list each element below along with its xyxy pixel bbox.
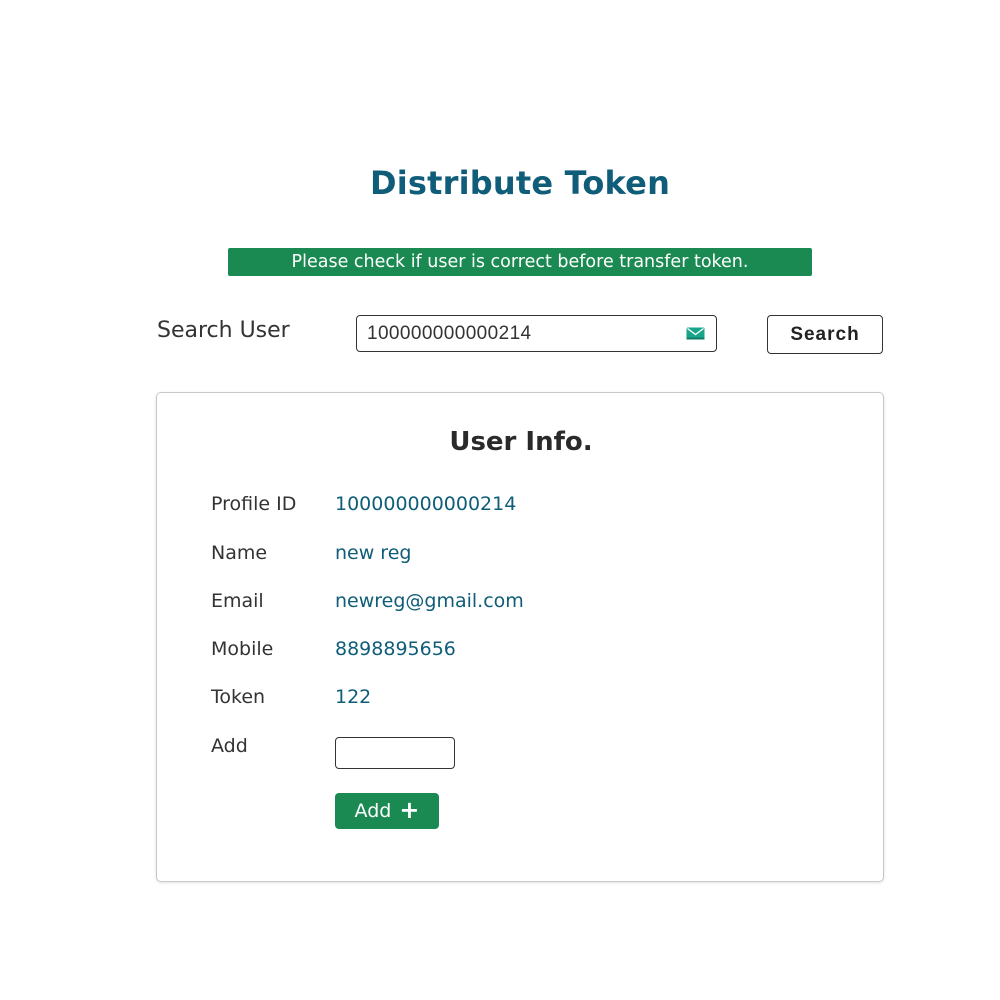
user-info-card: User Info. Profile ID 100000000000214 Na… bbox=[156, 392, 884, 882]
search-field[interactable] bbox=[356, 315, 717, 352]
search-input[interactable] bbox=[367, 316, 667, 351]
profile-id-value: 100000000000214 bbox=[335, 493, 517, 515]
mail-icon bbox=[686, 327, 705, 340]
name-label: Name bbox=[211, 542, 268, 564]
add-label: Add bbox=[211, 735, 248, 757]
email-value: newreg@gmail.com bbox=[335, 590, 524, 612]
mobile-value: 8898895656 bbox=[335, 638, 456, 660]
user-info-title: User Info. bbox=[449, 427, 593, 457]
notice-banner: Please check if user is correct before t… bbox=[228, 248, 812, 276]
token-label: Token bbox=[211, 686, 266, 708]
name-value: new reg bbox=[335, 542, 412, 564]
token-value: 122 bbox=[335, 686, 372, 708]
search-button[interactable]: Search bbox=[767, 315, 883, 354]
search-user-label: Search User bbox=[157, 318, 290, 343]
add-token-input[interactable] bbox=[335, 737, 455, 769]
profile-id-label: Profile ID bbox=[211, 493, 297, 515]
plus-icon: + bbox=[399, 796, 420, 824]
add-button[interactable]: Add + bbox=[335, 793, 439, 829]
mobile-label: Mobile bbox=[211, 638, 274, 660]
email-label: Email bbox=[211, 590, 264, 612]
add-button-label: Add bbox=[354, 800, 392, 822]
page-title: Distribute Token bbox=[369, 164, 671, 202]
distribute-token-page: Distribute Token Please check if user is… bbox=[0, 0, 1000, 1000]
